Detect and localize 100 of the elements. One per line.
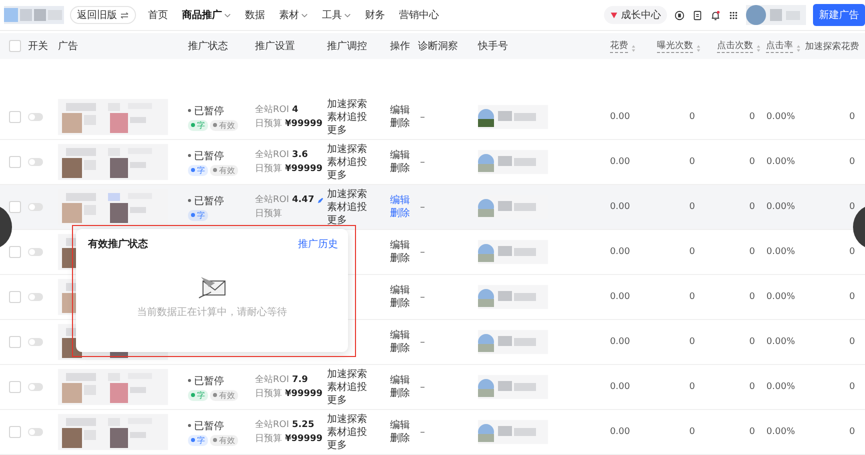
- table-cell: 0: [689, 382, 695, 392]
- nav-menu-item[interactable]: 数据: [245, 8, 265, 22]
- roi-value: 4: [292, 104, 298, 117]
- action-link[interactable]: 编辑: [390, 149, 418, 162]
- table-cell: 0.00: [610, 247, 630, 257]
- table-cell: 0: [689, 337, 695, 347]
- table-cell: 0.00%: [766, 202, 795, 212]
- create-ad-button[interactable]: 新建广告: [813, 4, 865, 26]
- column-header: 推广状态: [188, 40, 228, 53]
- tuning-link[interactable]: 更多: [327, 124, 390, 136]
- action-link[interactable]: 删除: [390, 207, 418, 220]
- tuning-link[interactable]: 素材追投: [327, 426, 390, 438]
- toggle-switch[interactable]: [28, 428, 43, 436]
- nav-menu-item[interactable]: 营销中心: [399, 8, 439, 22]
- tuning-link[interactable]: 加速探索: [327, 98, 390, 110]
- action-link[interactable]: 编辑: [390, 329, 418, 342]
- budget-value: ¥99999: [285, 433, 323, 446]
- select-all-checkbox[interactable]: [9, 40, 21, 52]
- action-link[interactable]: 删除: [390, 342, 418, 355]
- roi-value: 5.25: [292, 419, 314, 432]
- row-checkbox[interactable]: [9, 201, 21, 213]
- row-checkbox[interactable]: [9, 111, 21, 123]
- action-link[interactable]: 编辑: [390, 239, 418, 252]
- status-dot-icon: [188, 109, 191, 112]
- row-checkbox[interactable]: [9, 291, 21, 303]
- status-dot-icon: [188, 379, 191, 382]
- tuning-link[interactable]: 更多: [327, 168, 390, 182]
- nav-menu-item[interactable]: 首页: [148, 8, 168, 22]
- tuning-link[interactable]: 加速探索: [327, 412, 390, 426]
- status-text: 已暂停: [194, 150, 224, 162]
- column-header: 点击率: [766, 39, 793, 53]
- nav-menu-item[interactable]: 素材: [279, 8, 308, 22]
- toggle-switch[interactable]: [28, 383, 43, 391]
- tuning-link[interactable]: 素材追投: [327, 200, 390, 214]
- table-cell: 0: [849, 157, 855, 167]
- action-link[interactable]: 编辑: [390, 104, 418, 117]
- action-link[interactable]: 编辑: [390, 284, 418, 297]
- switch-old-version-button[interactable]: 返回旧版: [70, 6, 136, 24]
- column-header: 花费: [610, 39, 628, 53]
- action-link[interactable]: 编辑: [390, 194, 418, 207]
- action-link[interactable]: 编辑: [390, 419, 418, 432]
- tuning-link[interactable]: 加速探索: [327, 188, 390, 200]
- action-link[interactable]: 删除: [390, 387, 418, 400]
- nav-menu-item[interactable]: 商品推广: [182, 8, 231, 22]
- toggle-switch[interactable]: [28, 338, 43, 346]
- roi-label: 全站ROI: [255, 194, 289, 207]
- toggle-switch[interactable]: [28, 248, 43, 256]
- pencil-icon[interactable]: [317, 196, 324, 204]
- row-checkbox[interactable]: [9, 426, 21, 438]
- table-cell: 0: [689, 247, 695, 257]
- diagnosis-cell-text: –: [419, 156, 426, 168]
- tuning-link[interactable]: 更多: [327, 394, 390, 406]
- action-link[interactable]: 删除: [390, 432, 418, 445]
- toggle-switch[interactable]: [28, 158, 43, 166]
- table-cell: 0.00%: [766, 337, 795, 347]
- action-link[interactable]: 删除: [390, 117, 418, 130]
- nav-menu-item[interactable]: 工具: [322, 8, 351, 22]
- table-cell: 0: [689, 112, 695, 122]
- action-link[interactable]: 删除: [390, 252, 418, 265]
- action-link[interactable]: 编辑: [390, 374, 418, 387]
- row-checkbox[interactable]: [9, 246, 21, 258]
- sort-icon[interactable]: [631, 44, 636, 53]
- toggle-switch[interactable]: [28, 293, 43, 301]
- bell-icon[interactable]: [710, 10, 721, 20]
- table-cell: 0.00%: [766, 382, 795, 392]
- tuning-link[interactable]: 更多: [327, 214, 390, 226]
- budget-label: 日预算: [255, 162, 282, 176]
- budget-label: 日预算: [255, 388, 282, 401]
- diagnosis-cell-text: –: [419, 426, 426, 438]
- diagnosis-cell-text: –: [419, 112, 426, 122]
- grid-icon[interactable]: [728, 10, 739, 20]
- sort-icon[interactable]: [756, 44, 761, 53]
- nav-menu-item[interactable]: 财务: [365, 8, 385, 22]
- column-header: 推广设置: [255, 40, 295, 53]
- circle-icon[interactable]: [674, 10, 685, 20]
- tuning-link[interactable]: 素材追投: [327, 380, 390, 394]
- table-cell: 0: [849, 292, 855, 302]
- row-checkbox[interactable]: [9, 156, 21, 168]
- tuning-link[interactable]: 加速探索: [327, 142, 390, 156]
- status-text: 已暂停: [194, 374, 224, 388]
- document-icon[interactable]: [692, 10, 703, 20]
- sort-icon[interactable]: [696, 44, 701, 53]
- action-link[interactable]: 删除: [390, 297, 418, 310]
- tuning-link[interactable]: 加速探索: [327, 368, 390, 380]
- toggle-switch[interactable]: [28, 113, 43, 121]
- history-link[interactable]: 推广历史: [298, 237, 338, 251]
- table-cell: 0: [689, 292, 695, 302]
- sort-icon[interactable]: [796, 44, 801, 53]
- tuning-link[interactable]: 素材追投: [327, 156, 390, 168]
- row-checkbox[interactable]: [9, 381, 21, 393]
- table-cell: 0.00: [610, 202, 630, 212]
- row-checkbox[interactable]: [9, 336, 21, 348]
- table-cell: 0: [749, 292, 755, 302]
- growth-center-button[interactable]: 成长中心: [604, 6, 667, 24]
- tuning-link[interactable]: 素材追投: [327, 110, 390, 124]
- toggle-switch[interactable]: [28, 203, 43, 211]
- column-header: 点击次数: [717, 39, 753, 53]
- action-link[interactable]: 删除: [390, 162, 418, 175]
- table-cell: 0.00%: [766, 292, 795, 302]
- tuning-link[interactable]: 更多: [327, 438, 390, 452]
